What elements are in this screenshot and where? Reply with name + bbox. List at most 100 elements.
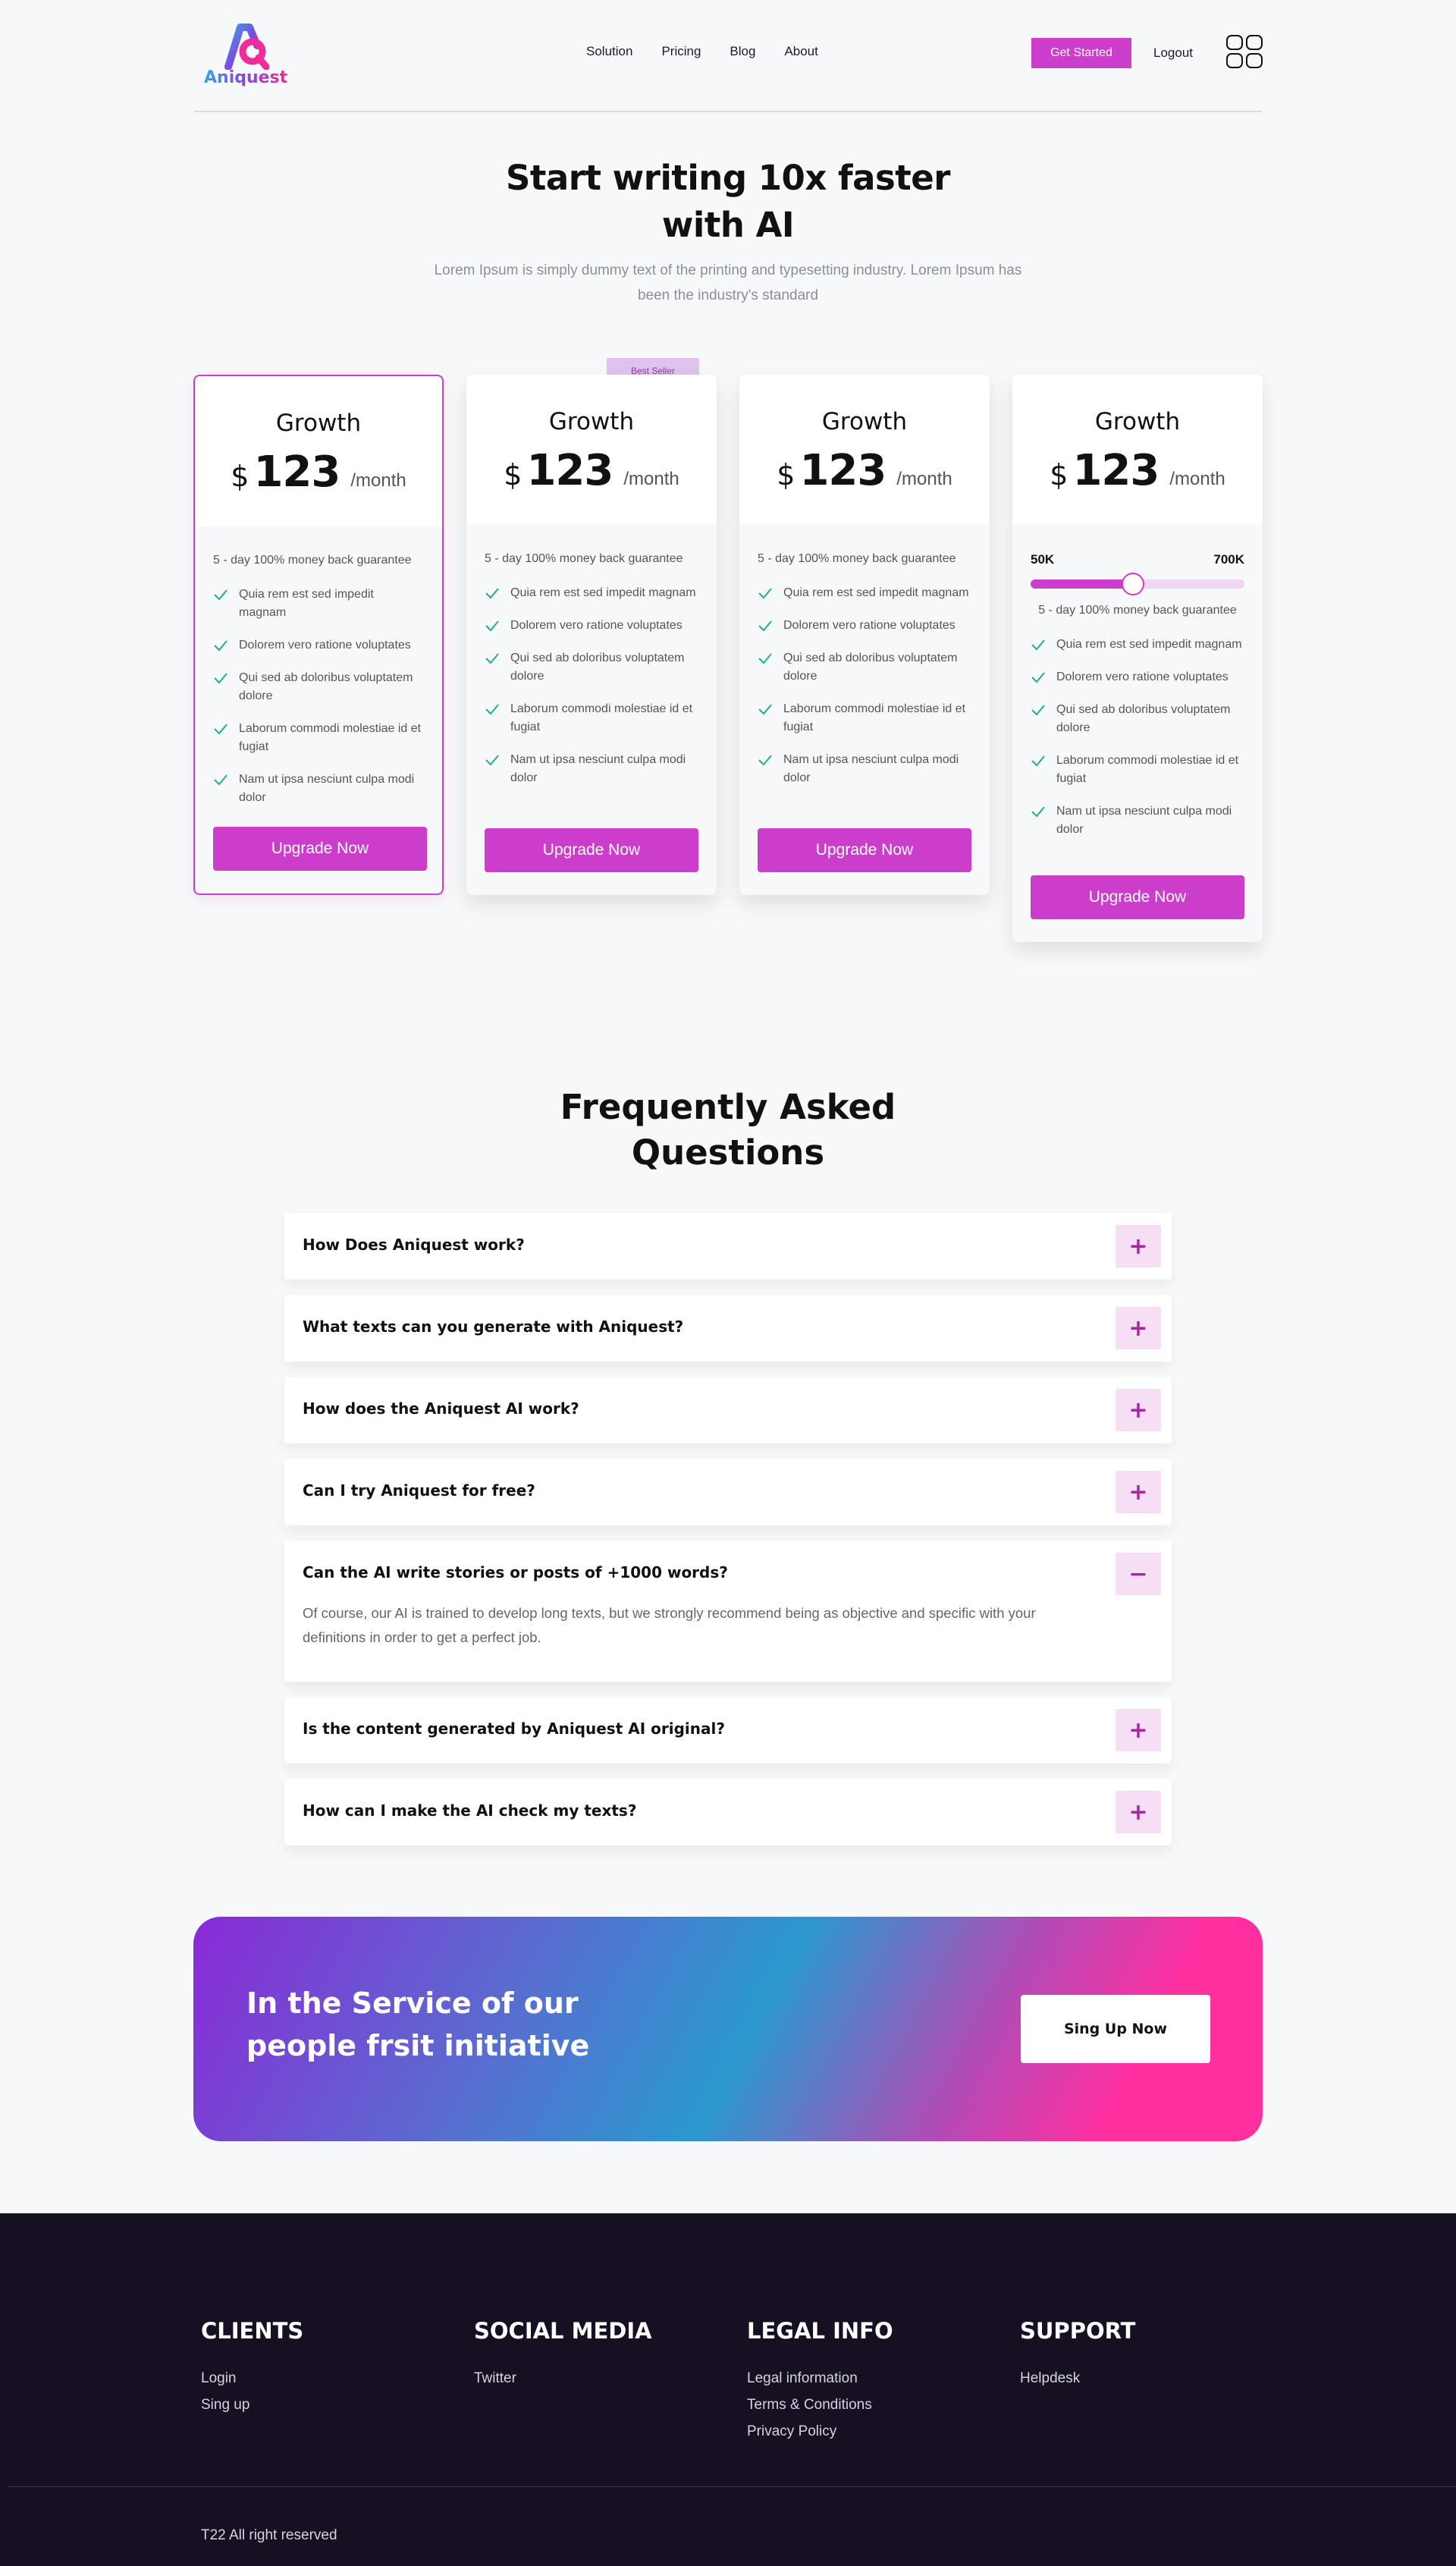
check-icon — [214, 774, 228, 786]
upgrade-now-button[interactable]: Upgrade Now — [1031, 875, 1244, 919]
check-icon — [485, 704, 499, 715]
feature-item: Nam ut ipsa nesciunt culpa modi dolor — [485, 751, 698, 787]
faq-question[interactable]: What texts can you generate with Aniques… — [303, 1318, 683, 1336]
apps-grid-icon[interactable] — [1226, 35, 1264, 70]
footer-link-terms[interactable]: Terms & Conditions — [747, 2392, 893, 2418]
collapse-minus-icon[interactable]: − — [1116, 1553, 1161, 1595]
money-back-guarantee: 5 - day 100% money back guarantee — [213, 554, 412, 567]
expand-plus-icon[interactable]: + — [1116, 1389, 1161, 1431]
feature-text: Laborum commodi molestiae id et fugiat — [239, 722, 422, 753]
feature-text: Dolorem vero ratione voluptates — [239, 639, 411, 652]
faq-title: Frequently Asked Questions — [0, 1085, 1456, 1176]
feature-item: Dolorem vero ratione voluptates — [1031, 668, 1244, 686]
logo-icon — [224, 24, 269, 70]
price-period: /month — [896, 469, 952, 489]
plan-name: Growth — [1094, 408, 1181, 435]
card-header: Growth $ 123 /month — [739, 375, 990, 525]
faq-question[interactable]: How Does Aniquest work? — [303, 1236, 525, 1254]
feature-item: Quia rem est sed impedit magnam — [213, 586, 424, 622]
upgrade-now-button[interactable]: Upgrade Now — [213, 827, 427, 871]
feature-text: Laborum commodi molestiae id et fugiat — [1056, 754, 1239, 785]
faq-item-expanded[interactable]: Can the AI write stories or posts of +10… — [284, 1541, 1172, 1682]
feature-text: Quia rem est sed impedit magnam — [1056, 638, 1242, 651]
slider-thumb[interactable] — [1122, 573, 1145, 595]
expand-plus-icon[interactable]: + — [1116, 1791, 1161, 1833]
price-amount: 123 — [799, 446, 886, 495]
plan-price: $ 123 /month — [466, 446, 717, 495]
faq-question[interactable]: How can I make the AI check my texts? — [303, 1801, 636, 1820]
nav-blog[interactable]: Blog — [730, 44, 755, 59]
faq-item[interactable]: How does the Aniquest AI work? + — [284, 1377, 1172, 1443]
feature-item: Laborum commodi molestiae id et fugiat — [213, 720, 424, 756]
feature-list: Quia rem est sed impedit magnam Dolorem … — [213, 586, 424, 807]
feature-text: Qui sed ab doloribus voluptatem dolore — [239, 671, 413, 702]
expand-plus-icon[interactable]: + — [1116, 1225, 1161, 1267]
upgrade-now-button[interactable]: Upgrade Now — [485, 828, 698, 872]
check-icon — [758, 653, 772, 664]
card-body: 5 - day 100% money back guarantee Quia r… — [739, 525, 990, 787]
faq-item[interactable]: Is the content generated by Aniquest AI … — [284, 1697, 1172, 1764]
main-nav: Solution Pricing Blog About — [586, 44, 818, 59]
nav-pricing[interactable]: Pricing — [661, 44, 701, 59]
hero-title-line1: Start writing 10x faster — [506, 158, 950, 198]
nav-about[interactable]: About — [784, 44, 817, 59]
price-period: /month — [623, 469, 679, 489]
feature-text: Qui sed ab doloribus voluptatem dolore — [783, 652, 958, 683]
footer-heading: SUPPORT — [1020, 2318, 1136, 2344]
range-max-label: 700K — [1213, 552, 1244, 567]
footer-col-legal: LEGAL INFO Legal information Terms & Con… — [747, 2318, 893, 2445]
pricing-card-2: Growth $ 123 /month 5 - day 100% money b… — [466, 375, 717, 895]
feature-item: Qui sed ab doloribus voluptatem dolore — [1031, 701, 1244, 737]
usage-slider[interactable] — [1031, 573, 1244, 595]
check-icon — [214, 589, 228, 601]
feature-item: Quia rem est sed impedit magnam — [1031, 636, 1244, 654]
footer-link-twitter[interactable]: Twitter — [474, 2365, 652, 2392]
faq-item[interactable]: Can I try Aniquest for free? + — [284, 1459, 1172, 1525]
check-icon — [485, 755, 499, 766]
check-icon — [214, 724, 228, 735]
feature-list: Quia rem est sed impedit magnam Dolorem … — [758, 584, 971, 787]
feature-list: Quia rem est sed impedit magnam Dolorem … — [485, 584, 698, 787]
sign-up-button[interactable]: Sing Up Now — [1021, 1995, 1210, 2063]
check-icon — [1031, 672, 1045, 683]
check-icon — [758, 588, 772, 599]
price-period: /month — [1169, 469, 1225, 489]
feature-item: Qui sed ab doloribus voluptatem dolore — [485, 649, 698, 686]
card-header: Growth $ 123 /month — [466, 375, 717, 525]
hero-title: Start writing 10x faster with AI — [0, 155, 1456, 249]
faq-question[interactable]: Can I try Aniquest for free? — [303, 1481, 535, 1500]
faq-list: How Does Aniquest work? + What texts can… — [284, 1213, 1172, 1861]
money-back-guarantee: 5 - day 100% money back guarantee — [758, 552, 956, 565]
price-amount: 123 — [253, 448, 340, 497]
feature-item: Qui sed ab doloribus voluptatem dolore — [213, 669, 424, 705]
faq-item[interactable]: How can I make the AI check my texts? + — [284, 1779, 1172, 1845]
footer-link-helpdesk[interactable]: Helpdesk — [1020, 2365, 1135, 2392]
faq-question[interactable]: Is the content generated by Aniquest AI … — [303, 1720, 725, 1738]
faq-item[interactable]: How Does Aniquest work? + — [284, 1213, 1172, 1280]
footer-link-login[interactable]: Login — [201, 2365, 303, 2392]
faq-question[interactable]: How does the Aniquest AI work? — [303, 1399, 579, 1418]
logout-link[interactable]: Logout — [1153, 46, 1193, 61]
feature-item: Laborum commodi molestiae id et fugiat — [485, 700, 698, 737]
faq-item[interactable]: What texts can you generate with Aniques… — [284, 1295, 1172, 1362]
faq-title-line2: Questions — [631, 1132, 825, 1173]
logo[interactable]: Aniquest — [204, 21, 287, 91]
nav-solution[interactable]: Solution — [586, 44, 632, 59]
feature-item: Nam ut ipsa nesciunt culpa modi dolor — [1031, 802, 1244, 839]
money-back-guarantee: 5 - day 100% money back guarantee — [485, 552, 683, 565]
feature-list: Quia rem est sed impedit magnam Dolorem … — [1031, 636, 1244, 839]
money-back-guarantee: 5 - day 100% money back guarantee — [1038, 604, 1237, 617]
footer-link-privacy[interactable]: Privacy Policy — [747, 2418, 893, 2445]
price-period: /month — [350, 470, 406, 491]
upgrade-now-button[interactable]: Upgrade Now — [758, 828, 971, 872]
check-icon — [758, 704, 772, 715]
slider-fill — [1031, 579, 1134, 589]
expand-plus-icon[interactable]: + — [1116, 1471, 1161, 1513]
get-started-button[interactable]: Get Started — [1031, 38, 1131, 68]
feature-text: Nam ut ipsa nesciunt culpa modi dolor — [239, 773, 415, 804]
expand-plus-icon[interactable]: + — [1116, 1307, 1161, 1349]
footer-link-signup[interactable]: Sing up — [201, 2392, 303, 2418]
footer-link-legal[interactable]: Legal information — [747, 2365, 893, 2392]
faq-question[interactable]: Can the AI write stories or posts of +10… — [303, 1563, 728, 1581]
expand-plus-icon[interactable]: + — [1116, 1709, 1161, 1751]
